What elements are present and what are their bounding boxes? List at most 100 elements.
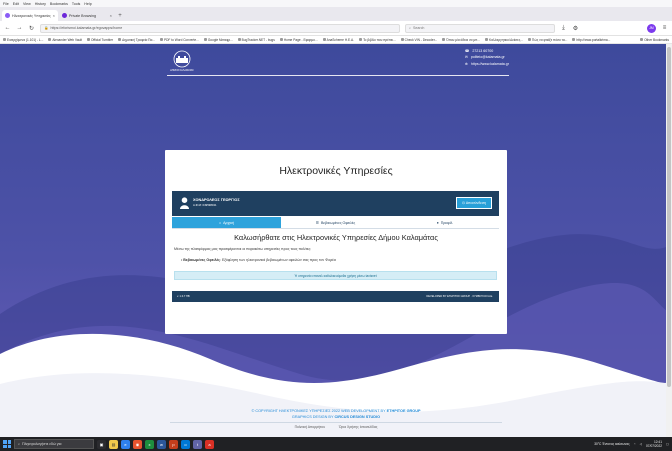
bookmark-icon [87, 38, 90, 41]
bookmark-item[interactable]: Εισερχόμενα (1.101) - L... [3, 38, 43, 42]
bookmark-icon [400, 38, 404, 41]
castle-logo-icon [173, 50, 191, 68]
user-tax-id: Α.Φ.Μ: 049598431 [193, 203, 217, 207]
tab-debts[interactable]: ☰ Βεβαιωμένες Οφειλές [281, 217, 390, 228]
notifications-icon[interactable]: ▢ [666, 442, 669, 446]
tab-label: Προφίλ [440, 220, 453, 225]
tab-profile[interactable]: ● Προφίλ [390, 217, 499, 228]
menu-help[interactable]: Help [84, 2, 91, 6]
header-divider [167, 75, 509, 76]
system-tray: 30°C Έντονος καύσωνας ◔ ◁ 12:41 07/07/20… [594, 440, 669, 448]
bookmark-icon [237, 38, 241, 41]
tab-home[interactable]: ⌂ Αρχική [172, 217, 281, 228]
service-description: : Εξόφληση των ηλεκτρονικά βεβαιωμένων ο… [219, 258, 336, 262]
clock[interactable]: 12:41 07/07/2022 [646, 440, 662, 448]
search-input[interactable]: ⌕ Search [405, 23, 555, 33]
bookmark-item[interactable]: Το βιβλίο που πρέπει... [359, 38, 396, 42]
home-icon: ⌂ [218, 220, 222, 225]
bookmarks-bar: Εισερχόμενα (1.101) - L... Alexander Web… [0, 36, 672, 44]
menu-history[interactable]: History [35, 2, 46, 6]
firefox-icon[interactable]: ◉ [133, 439, 142, 449]
bookmark-item[interactable]: Google Μεταφρ... [203, 38, 233, 42]
bookmark-icon [359, 38, 363, 41]
service-name-link[interactable]: Βεβαιωμένες Οφειλές [183, 258, 220, 262]
bookmark-item[interactable]: Πώς να φτιάξε πόσο τα... [527, 38, 567, 42]
bookmark-item[interactable]: Home Page - Εφαρμο... [279, 38, 318, 42]
tab-label: Αρχική [223, 220, 235, 225]
graphics-text: GRAPHICS DESIGN BY [291, 415, 334, 419]
lock-icon: 🔒 [44, 26, 49, 30]
page-title: Ηλεκτρονικές Υπηρεσίες [279, 165, 393, 177]
taskbar-search[interactable]: ⌕ Πληκτρολογήστε εδώ για [14, 439, 94, 449]
bookmark-item[interactable]: PDF to Word Converte... [159, 38, 199, 42]
bookmark-item[interactable]: Καλλιεργητικοί Δείκτες... [485, 38, 523, 42]
menu-tools[interactable]: Tools [72, 2, 80, 6]
bookmark-item[interactable]: Official Tumbler [87, 38, 113, 42]
bookmark-item[interactable]: AnaScheme H.E.A. [322, 38, 354, 42]
new-tab-button[interactable]: + [116, 10, 124, 21]
developer-credit[interactable]: DEVELOPED BY ΕΤΗΡΙΤΟΣ GROUP · ΣΥΜΒΟΥΛΟΙ … [426, 295, 493, 298]
pdf-reader-icon[interactable]: a [205, 439, 214, 449]
bookmark-item[interactable]: Δημοτική Τροφεία Πα... [118, 38, 155, 42]
word-icon[interactable]: w [157, 439, 166, 449]
contact-website[interactable]: https://www.kalamata.gr [471, 61, 509, 67]
service-list-item: • Βεβαιωμένες Οφειλές: Εξόφληση των ηλεκ… [181, 258, 336, 262]
designer-link[interactable]: CIRCUS DESIGN STUDIO [334, 415, 380, 419]
bookmark-item[interactable]: http://www.portalkrima... [572, 38, 610, 42]
search-placeholder: Search [413, 26, 425, 30]
menu-view[interactable]: View [23, 2, 31, 6]
extensions-icon[interactable]: ⚙ [572, 25, 579, 32]
bookmark-icon [279, 38, 283, 41]
bookmark-item[interactable]: Check VIN - Decoder... [400, 38, 437, 42]
reload-icon[interactable]: ↻ [28, 25, 35, 32]
powerpoint-icon[interactable]: p [169, 439, 178, 449]
tab-label: Βεβαιωμένες Οφειλές [321, 220, 356, 225]
file-explorer-icon[interactable]: ▤ [109, 439, 118, 449]
menu-edit[interactable]: Edit [13, 2, 19, 6]
user-name: ΧΟΝΔΡΟΛΕΟΣ ΓΕΩΡΓΙΟΣ [193, 198, 240, 202]
back-icon[interactable]: ← [4, 25, 11, 31]
copyright-block: © COPYRIGHT ΗΛΕΚΤΡΟΝΙΚΕΣ ΥΠΗΡΕΣΙΕΣ 2022 … [0, 408, 672, 420]
menu-bookmarks[interactable]: Bookmarks [50, 2, 68, 6]
excel-icon[interactable]: x [145, 439, 154, 449]
terms-of-use-link[interactable]: Όροι Χρήσης Ιστοσελίδας [339, 425, 378, 429]
menu-file[interactable]: File [3, 2, 9, 6]
card-footer: v. 1.0.7 ΠΒ DEVELOPED BY ΕΤΗΡΙΤΟΣ GROUP … [172, 291, 499, 302]
privacy-policy-link[interactable]: Πολιτική Απορρήτου [295, 425, 325, 429]
date-text: 07/07/2022 [646, 444, 662, 448]
bookmark-icon [527, 38, 531, 41]
outlook-icon[interactable]: o [181, 439, 190, 449]
downloads-icon[interactable]: ⤓ [560, 25, 567, 32]
site-header: ΔΗΜΟΣ ΚΑΛΑΜΑΤΑΣ ☎ 27213 60700 ✉ politeio@k… [167, 47, 509, 77]
address-bar[interactable]: 🔒 https://eforismoi.kalamata.gr/egovapps… [40, 23, 400, 33]
edge-icon[interactable]: e [121, 439, 130, 449]
service-tabs: ⌂ Αρχική ☰ Βεβαιωμένες Οφειλές ● Προφίλ [172, 217, 499, 229]
browser-tab-private[interactable]: Private Browsing × [59, 10, 115, 21]
other-bookmarks[interactable]: Other Bookmarks [640, 38, 669, 42]
bookmark-item[interactable]: Alexander Web Vault [48, 38, 82, 42]
power-icon: ⏻ [462, 201, 465, 205]
municipality-logo[interactable]: ΔΗΜΟΣ ΚΑΛΑΜΑΤΑΣ [167, 50, 197, 76]
bookmark-item[interactable]: BugTracker.NET - bugs [237, 38, 275, 42]
close-tab-icon[interactable]: × [110, 13, 112, 18]
taskbar-search-placeholder: Πληκτρολογήστε εδώ για [22, 442, 62, 446]
task-view-icon[interactable]: ▣ [97, 439, 106, 449]
weather-status[interactable]: 30°C Έντονος καύσωνας [594, 442, 629, 446]
bookmark-icon [203, 38, 207, 41]
intro-text: Μέσω της πλατφόρμας μας προσφέρονται οι … [174, 247, 312, 251]
network-icon[interactable]: ◔ [634, 442, 636, 446]
search-icon: ⌕ [18, 442, 21, 446]
profile-avatar[interactable]: JM [647, 23, 656, 33]
forward-icon[interactable]: → [16, 25, 23, 31]
close-tab-icon[interactable]: × [53, 13, 55, 18]
bookmark-icon [159, 38, 163, 41]
menu-icon[interactable]: ≡ [661, 25, 668, 31]
bookmark-item[interactable]: Όπου μία άδεια να μπ... [442, 38, 480, 42]
browser-tab-eservices[interactable]: Ηλεκτρονικές Υπηρεσίες × [2, 10, 58, 21]
developer-link[interactable]: ETHPITOE GROUP [387, 409, 421, 413]
scrollbar-thumb[interactable] [667, 47, 671, 387]
windows-start-icon[interactable] [3, 440, 11, 448]
teams-icon[interactable]: t [193, 439, 202, 449]
logout-button[interactable]: ⏻ Αποσύνδεση [456, 197, 492, 209]
volume-icon[interactable]: ◁ [640, 442, 642, 446]
